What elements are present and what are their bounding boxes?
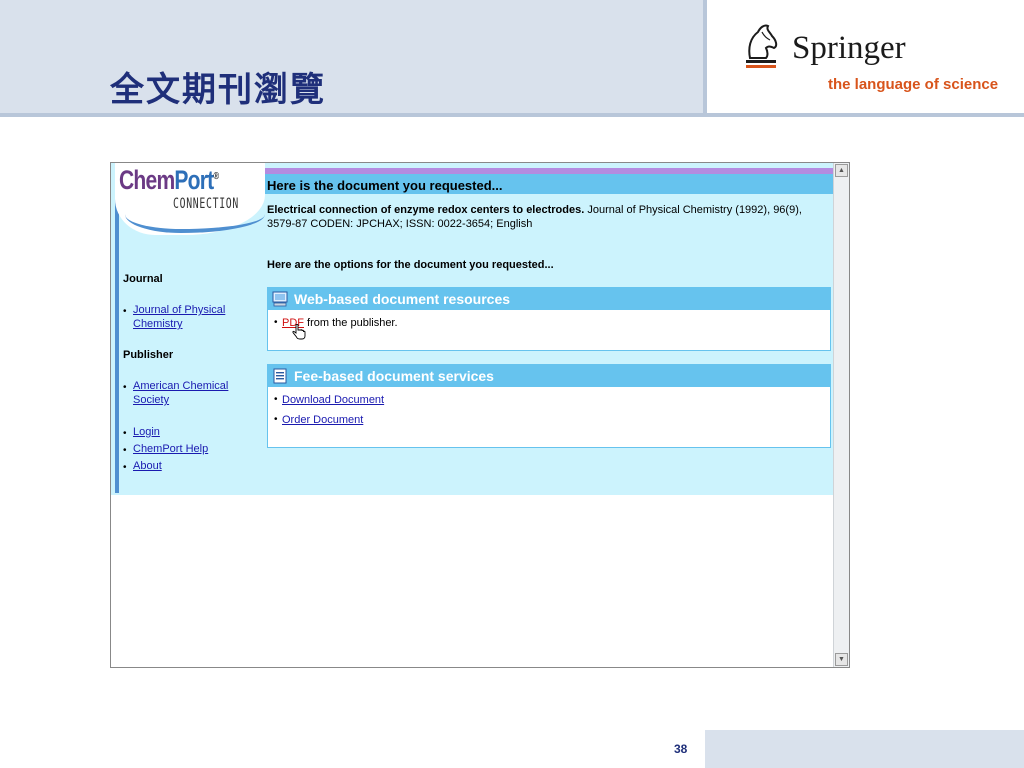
web-resources-panel: Web-based document resources PDF from th… [267,287,831,351]
sidebar-journal-heading: Journal [123,273,163,285]
fee-services-title: Fee-based document services [294,368,494,384]
sidebar-nav: Login ChemPort Help About [123,425,263,475]
chemport-screenshot: ChemPort® CONNECTION Journal Journal of … [110,162,850,668]
list-item: Order Document [274,411,824,429]
springer-tagline: the language of science [828,76,999,93]
chemport-sidebar: Journal Journal of Physical Chemistry Pu… [123,273,263,476]
journal-link[interactable]: Journal of Physical Chemistry [133,304,225,330]
list-item: ChemPort Help [123,442,263,458]
chemport-registered-mark: ® [213,171,219,182]
web-resources-header: Web-based document resources [268,288,830,310]
chemport-wordmark: ChemPort® [119,165,219,196]
list-item: Download Document [274,391,824,409]
web-resources-title: Web-based document resources [294,291,511,307]
web-resources-body: PDF from the publisher. [268,310,830,340]
fee-services-header: Fee-based document services [268,365,830,387]
chemport-connection-label: CONNECTION [173,196,240,212]
list-item: PDF from the publisher. [274,314,824,340]
chemport-wordmark-port: Port [174,165,214,195]
list-item: Journal of Physical Chemistry [123,303,263,331]
header-rule [0,113,1024,117]
slide-number: 38 [674,742,688,756]
list-item: American Chemical Society [123,379,263,407]
slide-header: 全文期刊瀏覽 Springer the language of science [0,0,1024,117]
monitor-icon [272,291,288,307]
about-link[interactable]: About [133,460,162,472]
order-document-link[interactable]: Order Document [282,414,363,426]
help-link[interactable]: ChemPort Help [133,443,208,455]
pdf-source-text: from the publisher. [304,317,398,329]
footer-band [705,730,1024,768]
citation-title: Electrical connection of enzyme redox ce… [267,204,585,216]
header-band [0,0,703,113]
sidebar-publisher-heading: Publisher [123,349,174,361]
sidebar-journal-list: Journal of Physical Chemistry [123,303,263,331]
publisher-link[interactable]: American Chemical Society [133,380,228,406]
slide-title: 全文期刊瀏覽 [110,70,326,110]
chemport-content: Here is the document you requested... El… [267,177,831,448]
chemport-logo[interactable]: ChemPort® CONNECTION [115,163,265,235]
chemport-wordmark-chem: Chem [119,165,175,195]
fee-services-body: Download Document Order Document [268,387,830,433]
options-heading: Here are the options for the document yo… [267,259,554,271]
scroll-down-arrow-icon[interactable]: ▼ [835,653,848,666]
vertical-scrollbar[interactable]: ▲ ▼ [833,163,849,667]
header-divider [703,0,707,113]
download-document-link[interactable]: Download Document [282,394,384,406]
hand-cursor-icon [292,324,306,340]
springer-logo: Springer the language of science [742,22,1002,102]
document-icon [273,368,287,384]
document-heading: Here is the document you requested... [267,178,503,193]
springer-name: Springer [792,30,906,66]
citation: Electrical connection of enzyme redox ce… [267,203,829,231]
login-link[interactable]: Login [133,426,160,438]
list-item: Login [123,425,263,441]
scroll-up-arrow-icon[interactable]: ▲ [835,164,848,177]
springer-horse-icon [746,24,778,68]
fee-services-panel: Fee-based document services Download Doc… [267,364,831,448]
sidebar-publisher-list: American Chemical Society [123,379,263,407]
chemport-page: ChemPort® CONNECTION Journal Journal of … [111,163,833,495]
list-item: About [123,459,263,475]
